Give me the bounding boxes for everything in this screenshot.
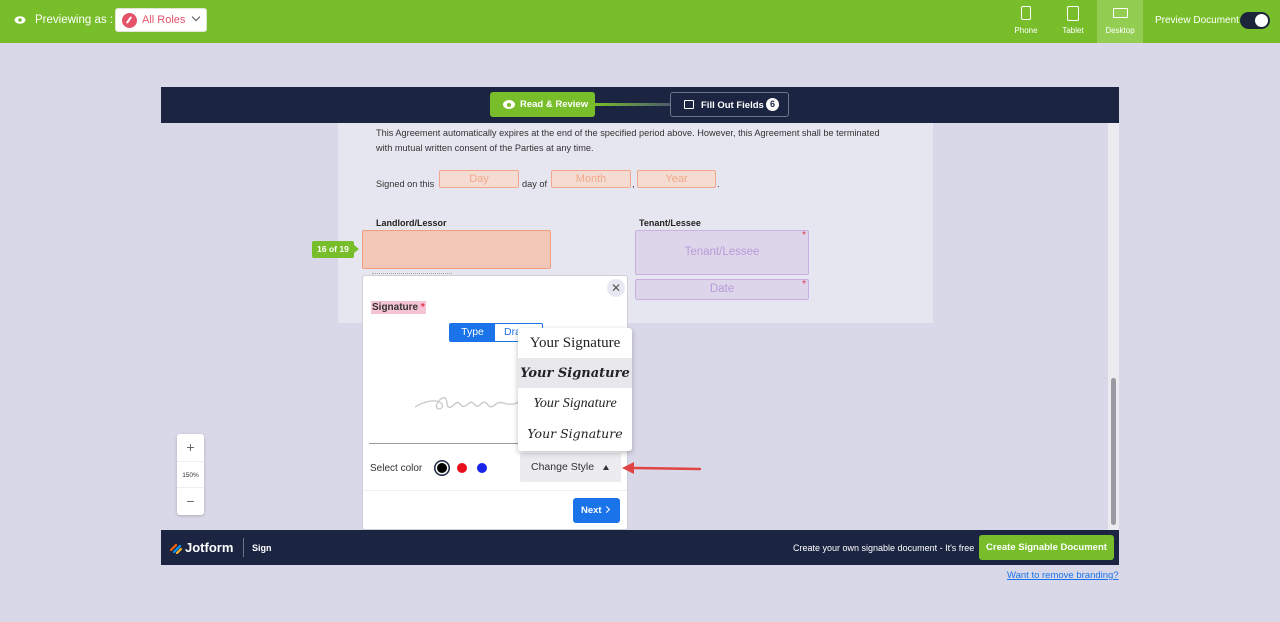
change-style-label: Change Style	[531, 461, 595, 473]
role-select[interactable]: All Roles	[115, 8, 207, 32]
create-own-text: Create your own signable document - It's…	[793, 543, 975, 553]
close-button[interactable]: ✕	[607, 279, 625, 297]
phone-icon	[1021, 6, 1031, 20]
required-mark: *	[420, 302, 425, 313]
step-label: Fill Out Fields	[701, 100, 764, 111]
day-of-text: day of	[522, 179, 548, 189]
tenant-placeholder: Tenant/Lessee	[684, 246, 760, 258]
signature-preview	[414, 397, 522, 410]
signature-label-text: Signature	[372, 302, 419, 313]
step-fill-out-fields[interactable]: Fill Out Fields 6	[670, 92, 789, 117]
style-option[interactable]: Your Signature	[518, 389, 632, 419]
chevron-right-icon	[602, 505, 611, 514]
change-style-button[interactable]: Change Style	[520, 453, 621, 482]
signature-divider	[372, 273, 452, 274]
color-blue-swatch[interactable]	[477, 463, 487, 473]
signed-on-text: Signed on this	[376, 179, 435, 189]
product-name: Sign	[252, 543, 272, 553]
field-position-tag: 16 of 19	[312, 241, 359, 258]
popup-footer-divider	[363, 490, 627, 491]
landlord-signature-field[interactable]	[362, 230, 551, 269]
zoom-control: + 150% −	[177, 434, 204, 515]
caret-up-icon	[603, 465, 609, 470]
role-select-value: All Roles	[142, 14, 186, 26]
landlord-label: Landlord/Lessor	[376, 218, 447, 228]
device-desktop-button[interactable]: Desktop	[1097, 0, 1143, 43]
day-field[interactable]: Day	[439, 170, 519, 188]
jotform-logo-icon	[170, 543, 183, 554]
period-text: .	[717, 179, 720, 189]
style-option-highlighted[interactable]: Your Signature	[518, 358, 632, 388]
device-label: Tablet	[1062, 26, 1084, 35]
preview-document-toggle[interactable]	[1240, 12, 1270, 29]
step-label: Read & Review	[520, 99, 589, 110]
desktop-icon	[1112, 8, 1128, 18]
document-steps-header: Read & Review Fill Out Fields 6	[161, 87, 1119, 123]
eye-icon	[503, 100, 515, 109]
signature-baseline	[369, 443, 524, 444]
select-color-label: Select color	[370, 463, 423, 474]
zoom-out-button[interactable]: −	[177, 488, 204, 515]
create-signable-document-button[interactable]: Create Signable Document	[979, 535, 1114, 560]
signature-label: Signature *	[371, 301, 426, 314]
device-label: Phone	[1014, 26, 1038, 35]
required-mark: *	[802, 230, 806, 241]
color-black-swatch[interactable]	[437, 463, 447, 473]
tab-type[interactable]: Type	[450, 324, 495, 341]
step-read-review[interactable]: Read & Review	[490, 92, 595, 117]
tenant-signature-field[interactable]: Tenant/Lessee *	[635, 230, 809, 275]
year-field[interactable]: Year	[637, 170, 716, 188]
device-phone-button[interactable]: Phone	[1003, 0, 1049, 43]
preview-topbar: Previewing as : All Roles Phone Tablet D…	[0, 0, 1280, 43]
document-scrollbar[interactable]	[1108, 123, 1119, 530]
zoom-in-button[interactable]: +	[177, 434, 204, 461]
remove-branding-link[interactable]: Want to remove branding?	[1007, 570, 1119, 581]
style-option[interactable]: Your Signature	[518, 328, 632, 358]
branding-footer: Jotform Sign Create your own signable do…	[161, 530, 1119, 565]
style-option[interactable]: Your Signature	[518, 419, 632, 449]
tenant-date-field[interactable]: Date *	[635, 279, 809, 300]
fields-count-badge: 6	[766, 98, 779, 111]
zoom-level: 150%	[177, 461, 204, 488]
toggle-knob	[1255, 14, 1268, 27]
month-field[interactable]: Month	[551, 170, 631, 188]
color-red-swatch[interactable]	[457, 463, 467, 473]
brand-name: Jotform	[185, 540, 234, 555]
required-mark: *	[802, 279, 806, 290]
eye-icon	[14, 16, 26, 24]
scrollbar-thumb[interactable]	[1111, 378, 1116, 525]
date-placeholder: Date	[709, 283, 735, 295]
step-progress-line	[595, 103, 671, 106]
agreement-paragraph: This Agreement automatically expires at …	[376, 128, 880, 154]
device-tablet-button[interactable]: Tablet	[1050, 0, 1096, 43]
preview-document-label: Preview Document	[1155, 15, 1239, 26]
tenant-label: Tenant/Lessee	[639, 218, 701, 228]
brand-divider	[243, 538, 244, 557]
next-button[interactable]: Next	[573, 498, 620, 523]
role-icon	[122, 13, 137, 28]
device-label: Desktop	[1105, 26, 1135, 35]
tablet-icon	[1067, 6, 1079, 21]
comma-text: ,	[632, 179, 635, 189]
chevron-down-icon	[191, 12, 201, 22]
megaphone-icon	[684, 100, 694, 109]
signature-style-dropdown: Your Signature Your Signature Your Signa…	[518, 328, 632, 451]
annotation-arrow	[622, 462, 702, 474]
next-label: Next	[581, 505, 602, 516]
previewing-as-label: Previewing as :	[35, 14, 113, 26]
